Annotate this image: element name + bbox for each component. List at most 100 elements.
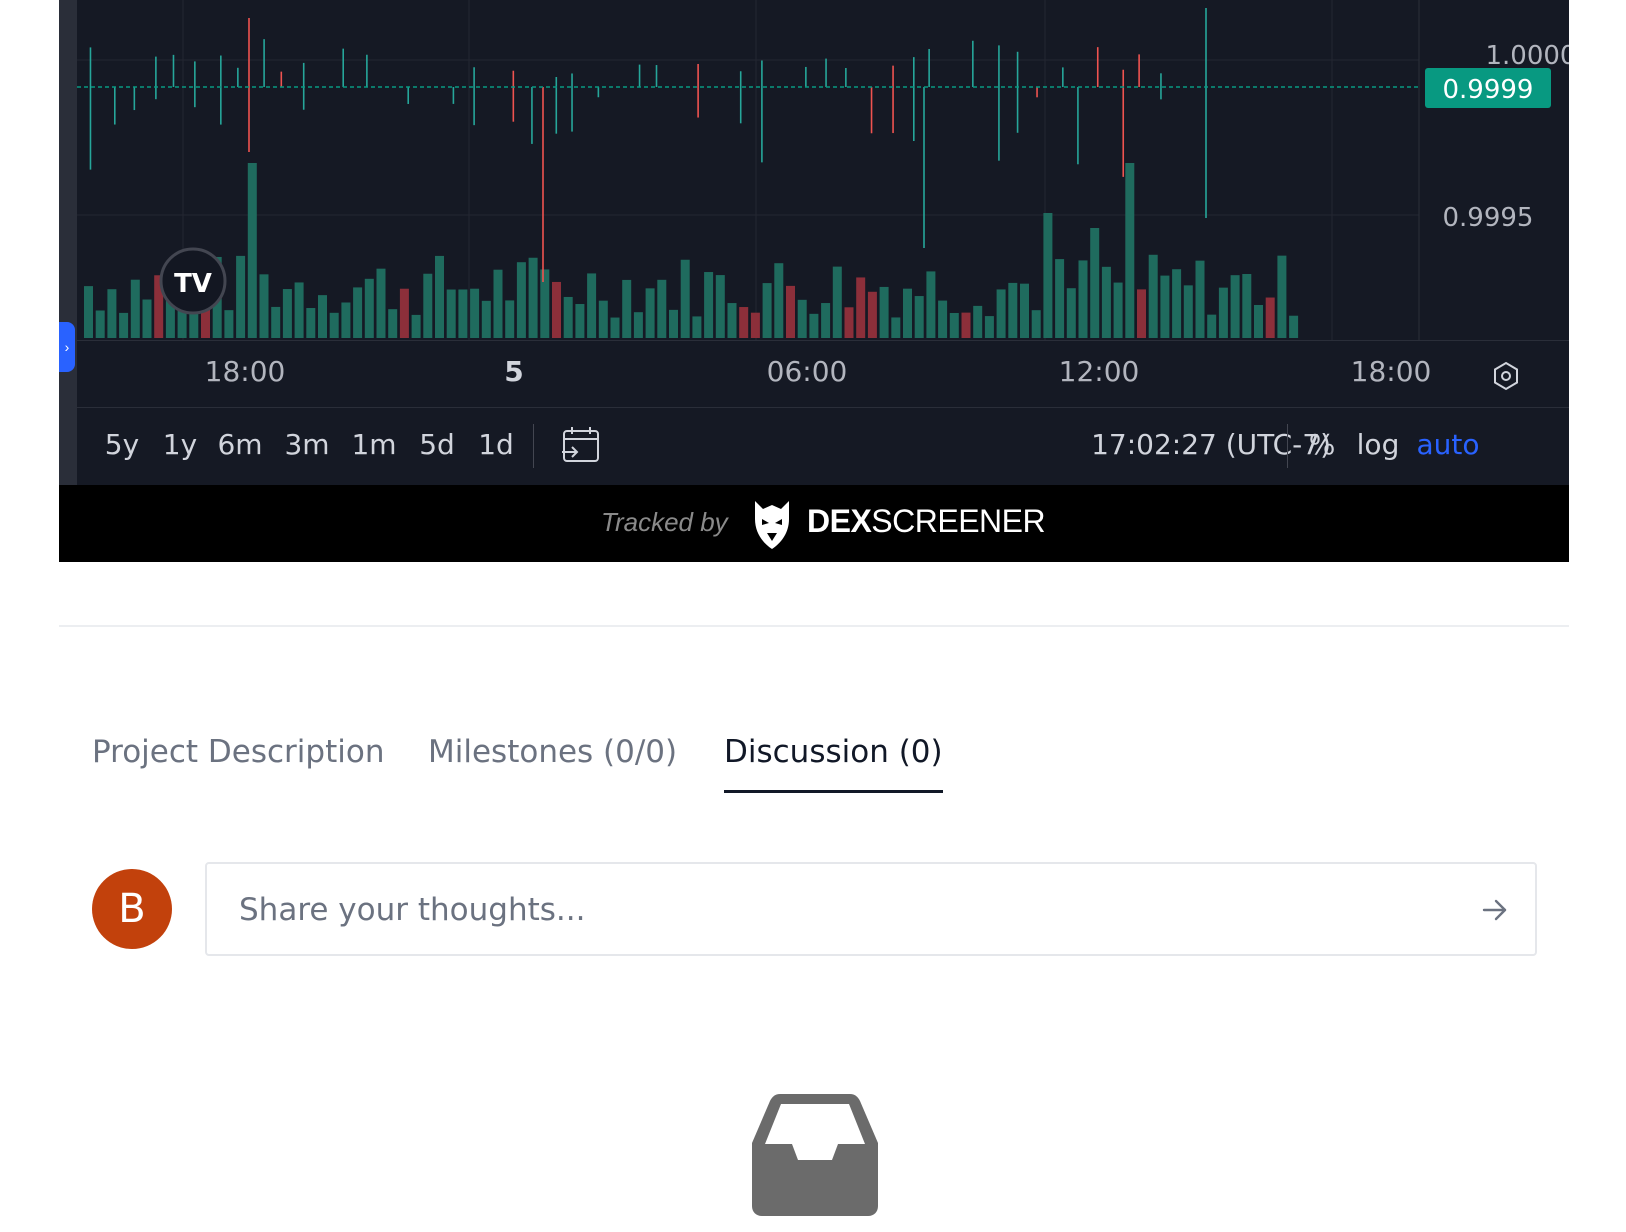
- timezone-clock[interactable]: 17:02:27 (UTC-7): [1091, 428, 1331, 461]
- volume-bar: [563, 296, 573, 338]
- volume-bar: [926, 271, 936, 338]
- price-label-lower: 0.9995: [1443, 203, 1534, 233]
- volume-bar: [130, 279, 140, 338]
- volume-bar: [271, 306, 281, 338]
- range-5y-button[interactable]: 5y: [105, 428, 139, 461]
- volume-bar: [294, 282, 304, 338]
- volume-bar: [552, 281, 561, 338]
- volume-bar: [411, 314, 421, 338]
- volume-bar: [879, 286, 889, 338]
- percent-scale-button[interactable]: %: [1309, 428, 1336, 461]
- volume-bar: [493, 269, 503, 338]
- volume-bar: [914, 296, 924, 338]
- volume-bar: [107, 289, 117, 338]
- volume-bar: [481, 300, 491, 338]
- volume-bar: [306, 308, 316, 338]
- volume-bar: [446, 289, 456, 338]
- chart-grid: [77, 0, 1420, 340]
- time-label: 06:00: [766, 355, 848, 388]
- range-1y-button[interactable]: 1y: [163, 428, 197, 461]
- volume-bar: [1020, 283, 1029, 338]
- volume-bar: [1113, 282, 1123, 338]
- volume-bar: [633, 312, 643, 338]
- range-6m-button[interactable]: 6m: [217, 428, 262, 461]
- volume-bar: [704, 272, 714, 338]
- tab-discussion[interactable]: Discussion (0): [724, 734, 943, 793]
- toolbar-separator: [533, 424, 534, 468]
- volume-bar: [891, 317, 901, 338]
- volume-bar: [1254, 304, 1263, 338]
- volume-bar: [1242, 274, 1252, 338]
- volume-bar: [95, 310, 105, 338]
- volume-bar: [282, 289, 292, 338]
- volume-bar: [1125, 163, 1135, 338]
- volume-bar: [1066, 288, 1076, 338]
- tab-project-description[interactable]: Project Description: [92, 734, 384, 770]
- volume-bar: [856, 277, 866, 338]
- avatar: B: [92, 869, 172, 949]
- volume-bar: [341, 302, 351, 338]
- tracked-by-text: Tracked by: [601, 507, 728, 537]
- range-1m-button[interactable]: 1m: [351, 428, 396, 461]
- volume-bar: [1078, 260, 1088, 338]
- volume-bar: [1137, 289, 1146, 338]
- toolbar-separator: [1287, 424, 1288, 468]
- volume-bar: [435, 255, 444, 338]
- volume-bar: [903, 288, 912, 338]
- tradingview-logo[interactable]: TV: [159, 247, 227, 315]
- volume-bar: [1289, 315, 1299, 338]
- volume-bar: [1090, 228, 1100, 338]
- log-scale-button[interactable]: log: [1357, 428, 1400, 461]
- volume-bar: [423, 273, 433, 338]
- volume-bar: [680, 259, 690, 338]
- dexscreener-wordmark: DEXSCREENER: [807, 503, 1046, 540]
- volume-bar: [645, 288, 655, 338]
- volume-bar: [84, 286, 93, 338]
- range-3m-button[interactable]: 3m: [284, 428, 329, 461]
- chart-bottom-toolbar: 5y 1y 6m 3m 1m 5d 1d 17:02:27 (UTC-7) % …: [77, 407, 1569, 486]
- volume-bar: [364, 278, 374, 338]
- volume-bar: [762, 283, 772, 338]
- volume-bar: [739, 307, 749, 338]
- volume-bar: [996, 289, 1006, 338]
- tracked-by-footer[interactable]: Tracked by DEXSCREENER: [59, 485, 1569, 562]
- volume-bars: [84, 163, 1299, 338]
- range-5d-button[interactable]: 5d: [419, 428, 455, 461]
- price-chart-widget: › 1.0000 0.9999 0.9995 TV 18:00 5 06:00 …: [59, 0, 1569, 562]
- chart-settings-icon[interactable]: [1491, 361, 1521, 391]
- volume-bar: [867, 291, 877, 338]
- volume-bar: [376, 268, 386, 338]
- volume-bar: [1008, 282, 1018, 338]
- price-label-top: 1.0000: [1486, 41, 1569, 71]
- price-chart-canvas[interactable]: 1.0000 0.9999 0.9995 TV: [59, 0, 1569, 340]
- volume-bar: [961, 312, 971, 338]
- volume-bar: [774, 263, 784, 338]
- time-label: 18:00: [1350, 355, 1432, 388]
- volume-bar: [1195, 260, 1205, 338]
- volume-bar: [622, 279, 632, 338]
- range-1d-button[interactable]: 1d: [478, 428, 514, 461]
- volume-bar: [715, 275, 725, 338]
- volume-bar: [119, 312, 129, 338]
- volume-bar: [844, 307, 854, 338]
- volume-bar: [388, 309, 398, 338]
- volume-bar: [750, 312, 760, 338]
- volume-bar: [1148, 254, 1158, 338]
- volume-bar: [1043, 213, 1053, 338]
- volume-bar: [587, 273, 597, 338]
- dexscreener-eagle-icon: [755, 501, 789, 549]
- volume-bar: [236, 255, 246, 338]
- volume-bar: [797, 299, 807, 338]
- go-to-date-calendar-icon[interactable]: [561, 424, 603, 466]
- volume-bar: [353, 287, 363, 338]
- tab-milestones[interactable]: Milestones (0/0): [428, 734, 677, 770]
- arrow-right-icon[interactable]: [1481, 896, 1509, 924]
- volume-bar: [528, 257, 538, 338]
- volume-bar: [1031, 310, 1041, 338]
- time-label: 18:00: [204, 355, 286, 388]
- volume-bar: [516, 262, 526, 338]
- auto-scale-button[interactable]: auto: [1416, 428, 1479, 461]
- volume-bar: [669, 309, 678, 338]
- volume-bar: [505, 300, 515, 338]
- comment-input[interactable]: [237, 864, 1421, 956]
